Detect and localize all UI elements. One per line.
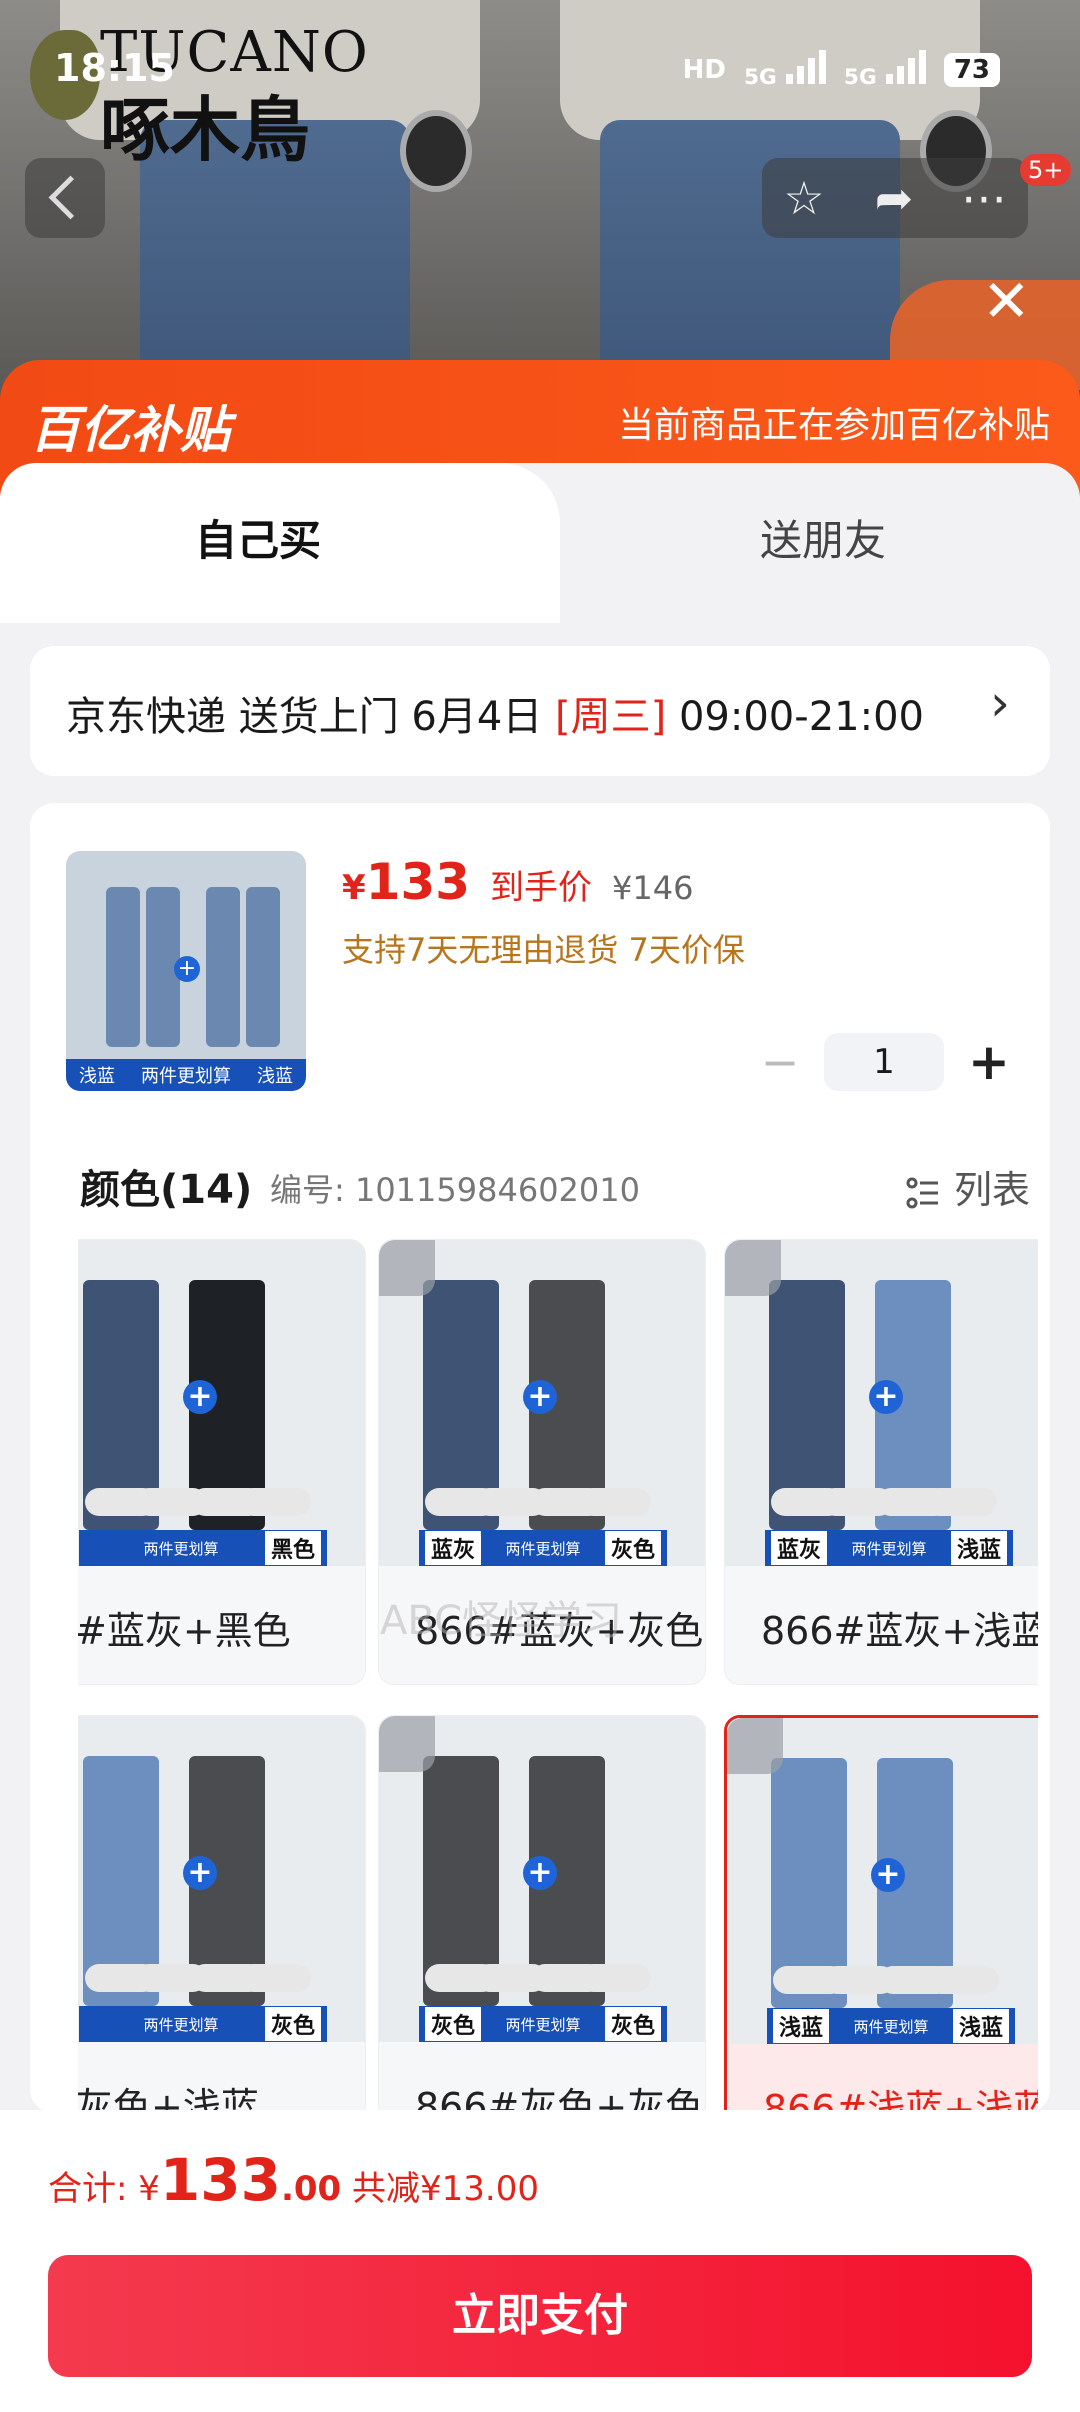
top-actions: ☆ ➦ ⋯	[762, 158, 1028, 238]
total-price: 合计: ¥133.00 共减¥13.00	[48, 2146, 539, 2214]
original-price: ¥146	[612, 869, 694, 907]
plus-icon: +	[174, 956, 200, 982]
list-view-button[interactable]: 列表	[906, 1159, 1030, 1214]
signal-5g-icon-2: 5G	[844, 48, 926, 91]
more-icon[interactable]: ⋯	[958, 172, 1010, 224]
color-variant-grid: + 两件更划算 黑色 #蓝灰+黑色 + 蓝灰 两件更划算 灰色 866#蓝灰+灰色 + 蓝灰 两件更划…	[78, 1239, 1038, 2113]
price-row: ¥133 到手价 ¥146	[342, 853, 693, 911]
decrease-button[interactable]: −	[760, 1037, 800, 1087]
color-variant-card[interactable]: + 浅蓝 两件更划算 浅蓝 866#浅蓝+浅蓝	[724, 1715, 1038, 2113]
share-icon[interactable]: ➦	[868, 172, 920, 224]
checkout-footer: 合计: ¥133.00 共减¥13.00 立即支付	[0, 2110, 1080, 2412]
delivery-text: 京东快递 送货上门 6月4日 [周三] 09:00-21:00	[66, 694, 924, 740]
variant-image: + 蓝灰 两件更划算 灰色	[379, 1240, 705, 1566]
variant-label: 866#蓝灰+浅蓝	[761, 1609, 1038, 1653]
return-guarantee: 支持7天无理由退货 7天价保	[342, 931, 745, 969]
variant-label: #蓝灰+黑色	[78, 1609, 291, 1653]
product-hero-image: TUCANO 啄木鳥 18:15 HD 5G 5G 73 ☆ ➦ ⋯ 5+	[0, 0, 1080, 400]
back-button[interactable]	[25, 158, 105, 238]
variant-tagbar: 两件更划算 黑色	[79, 1530, 327, 1566]
variant-label: 866#灰色+灰色	[415, 2085, 704, 2113]
variant-label: 灰色+浅蓝	[78, 2085, 259, 2113]
variant-tagbar: 灰色 两件更划算 灰色	[419, 2006, 667, 2042]
list-icon	[906, 1177, 938, 1208]
color-variant-card[interactable]: + 蓝灰 两件更划算 浅蓝 866#蓝灰+浅蓝	[724, 1239, 1038, 1685]
chevron-left-icon	[48, 175, 93, 220]
status-bar: 18:15 HD 5G 5G 73	[0, 0, 1080, 140]
increase-button[interactable]: +	[968, 1037, 1010, 1087]
plus-icon: +	[523, 1856, 557, 1890]
variant-tagbar: 两件更划算 灰色	[79, 2006, 327, 2042]
expand-icon[interactable]	[379, 1240, 435, 1296]
sku-number: 编号: 10115984602010	[270, 1171, 640, 1209]
variant-image: + 浅蓝 两件更划算 浅蓝	[727, 1718, 1038, 2044]
delivery-row[interactable]: 京东快递 送货上门 6月4日 [周三] 09:00-21:00 ›	[30, 646, 1050, 776]
color-title: 颜色(14)	[80, 1167, 253, 1213]
thumbnail-tags: 浅蓝 两件更划算 浅蓝	[66, 1059, 306, 1091]
color-section-header: 颜色(14) 编号: 10115984602010 列表	[80, 1153, 1030, 1213]
final-price: ¥133	[342, 853, 471, 911]
product-card: + 浅蓝 两件更划算 浅蓝 ¥133 到手价 ¥146 支持7天无理由退货 7天价保…	[30, 803, 1050, 2113]
expand-icon[interactable]	[727, 1718, 783, 1774]
quantity-field[interactable]: 1	[824, 1033, 944, 1091]
purchase-tabs: 送朋友 自己买	[0, 463, 1080, 623]
tab-buy-self[interactable]: 自己买	[0, 463, 560, 623]
discount-text: 共减¥13.00	[352, 2169, 539, 2209]
tab-gift-friend[interactable]: 送朋友	[540, 463, 1080, 603]
status-icons: HD 5G 5G 73	[683, 48, 1000, 91]
variant-tagbar: 浅蓝 两件更划算 浅蓝	[767, 2008, 1015, 2044]
clock: 18:15	[54, 46, 175, 90]
chevron-right-icon: ›	[990, 674, 1010, 732]
plus-icon: +	[183, 1380, 217, 1414]
signal-5g-icon: 5G	[744, 48, 826, 91]
quantity-stepper: − 1 +	[760, 1033, 1010, 1091]
plus-icon: +	[871, 1858, 905, 1892]
battery-icon: 73	[943, 52, 1000, 87]
expand-icon[interactable]	[725, 1240, 781, 1296]
variant-image: + 两件更划算 黑色	[78, 1240, 365, 1566]
plus-icon: +	[869, 1380, 903, 1414]
variant-image: + 蓝灰 两件更划算 浅蓝	[725, 1240, 1038, 1566]
variant-tagbar: 蓝灰 两件更划算 浅蓝	[765, 1530, 1013, 1566]
variant-image: + 灰色 两件更划算 灰色	[379, 1716, 705, 2042]
variant-image: + 两件更划算 灰色	[78, 1716, 365, 2042]
expand-icon[interactable]	[379, 1716, 435, 1772]
star-icon[interactable]: ☆	[778, 172, 830, 224]
purchase-sheet: 送朋友 自己买 京东快递 送货上门 6月4日 [周三] 09:00-21:00 …	[0, 463, 1080, 2113]
close-icon[interactable]: ✕	[982, 272, 1031, 330]
hd-icon: HD	[682, 54, 726, 85]
plus-icon: +	[523, 1380, 557, 1414]
color-variant-card[interactable]: + 灰色 两件更划算 灰色 866#灰色+灰色	[378, 1715, 706, 2113]
subsidy-message: 当前商品正在参加百亿补贴	[617, 405, 1050, 446]
final-price-label: 到手价	[490, 868, 593, 908]
color-variant-card[interactable]: + 两件更划算 灰色灰色+浅蓝	[78, 1715, 366, 2113]
product-thumbnail[interactable]: + 浅蓝 两件更划算 浅蓝	[66, 851, 306, 1091]
color-variant-card[interactable]: + 两件更划算 黑色 #蓝灰+黑色	[78, 1239, 366, 1685]
variant-label: 866#浅蓝+浅蓝	[763, 2087, 1038, 2113]
subsidy-logo: 百亿补贴	[30, 401, 230, 459]
watermark: ABC怪怪学习	[380, 1598, 623, 1644]
message-badge: 5+	[1020, 154, 1072, 186]
variant-tagbar: 蓝灰 两件更划算 灰色	[419, 1530, 667, 1566]
pay-now-button[interactable]: 立即支付	[48, 2255, 1032, 2377]
plus-icon: +	[183, 1856, 217, 1890]
